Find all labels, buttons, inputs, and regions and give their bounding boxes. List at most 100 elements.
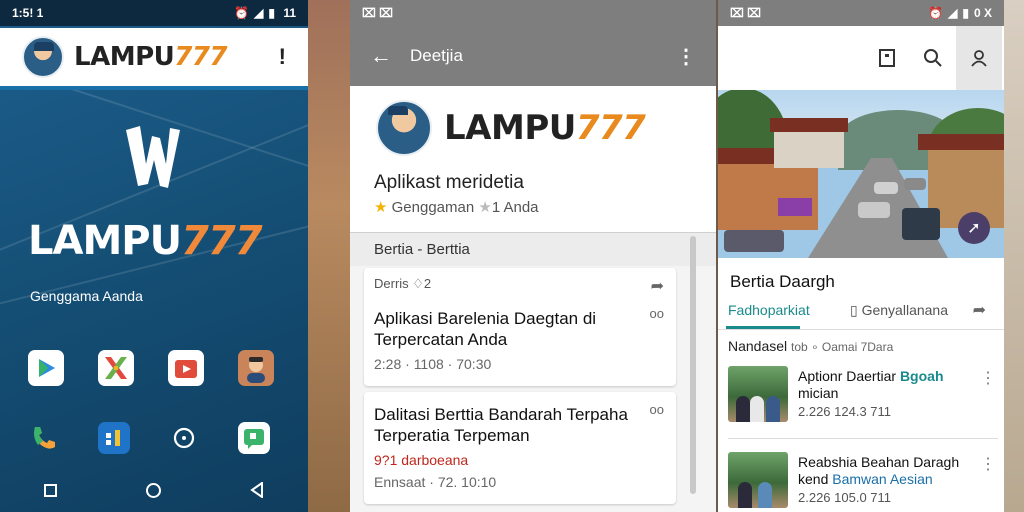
- lampu-logo: LAMPU777: [444, 108, 646, 148]
- house-back: [774, 130, 844, 168]
- message-icon[interactable]: [238, 422, 270, 454]
- alarm-icon: ⏰: [234, 6, 250, 20]
- phone-icon[interactable]: [28, 422, 60, 454]
- chat-icon[interactable]: [168, 422, 200, 454]
- card-title-line: Aplikasi Barelenia Daegtan di: [374, 309, 597, 328]
- home-button[interactable]: [145, 482, 161, 498]
- card-more[interactable]: oo: [650, 402, 664, 417]
- app-header: LAMPU777 Aplikast meridetia ★ Genggaman …: [350, 86, 716, 232]
- back-button-icon[interactable]: [249, 482, 264, 498]
- background-blur-right: [1004, 0, 1024, 512]
- play-store-icon[interactable]: [28, 350, 64, 386]
- card-title-line: Dalitasi Berttia Bandarah Terpaha: [374, 405, 628, 424]
- car: [724, 230, 784, 252]
- news-card[interactable]: Derris ♢2 ➦ Aplikasi Barelenia Daegtan d…: [364, 268, 676, 386]
- car: [904, 178, 926, 190]
- bookmark-icon[interactable]: [864, 26, 910, 90]
- logo-number: 777: [575, 108, 646, 148]
- item-title: Aptionr Daertiar Bgoah mician: [798, 368, 978, 402]
- news-card[interactable]: Dalitasi Berttia Bandarah Terpaha Terper…: [364, 392, 676, 504]
- item-title-text: Aptionr Daertiar: [798, 368, 897, 384]
- more-options-icon[interactable]: ⋮: [980, 454, 996, 474]
- tab-secondary[interactable]: ▯ Genyallanana: [850, 302, 948, 319]
- person: [738, 482, 752, 508]
- section-title: Nandasel: [728, 338, 788, 354]
- phone-home-screen: 1:5! 1 ⏰ ◢ ▮ 11 LAMPU777 ! LAMPU777 Gengga…: [0, 0, 308, 512]
- big-lampu-logo: LAMPU777: [28, 218, 263, 264]
- scrollbar[interactable]: [690, 236, 696, 494]
- item-date: 2.226 105.0 711: [798, 490, 892, 505]
- item-title: Reabshia Beahan Daragh kend Bamwan Aesia…: [798, 454, 978, 488]
- status-time: 1:5! 1: [12, 6, 44, 20]
- search-icon[interactable]: [910, 26, 956, 90]
- play-box-icon[interactable]: [168, 350, 204, 386]
- item-title-highlight: Bgoah: [899, 368, 944, 384]
- item-thumbnail: [728, 366, 788, 422]
- phone-app-detail: ⌧ ⌧ ← Deetjia ⋮ LAMPU777 Aplikast meride…: [350, 0, 716, 512]
- section-heading: Bertia - Berttia: [350, 232, 716, 266]
- big-logo-text: LAMPU: [28, 218, 182, 264]
- rating-label: Genggaman: [391, 199, 475, 216]
- app-icon-row: [28, 350, 274, 386]
- share-icon[interactable]: ➦: [651, 276, 664, 296]
- logo-text: LAMPU: [74, 42, 175, 72]
- car: [874, 182, 898, 194]
- logo-number: 777: [174, 42, 228, 72]
- profile-photo-icon[interactable]: [238, 350, 274, 386]
- star-outline-icon: ★: [478, 199, 492, 216]
- profile-icon[interactable]: [956, 26, 1002, 90]
- more-options-icon[interactable]: ⋮: [676, 44, 696, 69]
- card-date: Ennsaat · 72. 10:10: [374, 474, 497, 490]
- item-title-text: kend: [798, 471, 829, 487]
- crossword-icon[interactable]: [98, 350, 134, 386]
- alert-icon[interactable]: !: [279, 44, 286, 70]
- share-icon[interactable]: ➦: [973, 300, 986, 320]
- card-title: Dalitasi Berttia Bandarah Terpaha Terper…: [374, 404, 628, 446]
- share-arrow-button[interactable]: ➚: [958, 212, 990, 244]
- battery-icon: ▮: [962, 6, 969, 20]
- system-nav-bar: [0, 468, 308, 512]
- car: [858, 202, 890, 218]
- person: [750, 396, 764, 422]
- roof: [918, 134, 1004, 150]
- roof: [770, 118, 848, 132]
- logo-text: LAMPU: [444, 108, 576, 148]
- status-right: 0 X: [973, 6, 992, 20]
- section-heading: Nandasel tob ∘ Oamai 7Dara: [728, 338, 893, 354]
- signal-icon: ◢: [948, 6, 958, 20]
- divider: [728, 438, 998, 439]
- recents-button[interactable]: [44, 483, 58, 497]
- alarm-icon: ⏰: [928, 6, 944, 20]
- car: [902, 208, 940, 240]
- battery-icon: ▮: [268, 6, 275, 20]
- avatar[interactable]: [376, 100, 432, 156]
- rating-count: 1 Anda: [491, 199, 539, 216]
- avatar[interactable]: [22, 36, 64, 78]
- banner: [778, 198, 812, 216]
- lampu-logo: LAMPU777: [74, 42, 228, 72]
- person: [758, 482, 772, 508]
- more-options-icon[interactable]: ⋮: [980, 368, 996, 388]
- story-title: Bertia Daargh: [730, 272, 835, 291]
- status-bar: ⌧ ⌧ ⏰ ◢ ▮ 0 X: [718, 0, 1004, 26]
- item-thumbnail: [728, 452, 788, 508]
- app-name: Aplikast meridetia: [374, 172, 524, 193]
- app-header: LAMPU777 !: [0, 28, 308, 90]
- list-item[interactable]: Aptionr Daertiar Bgoah mician 2.226 124.…: [728, 366, 1000, 428]
- tagline: Genggama Aanda: [30, 288, 143, 304]
- list-item[interactable]: Reabshia Beahan Daragh kend Bamwan Aesia…: [728, 452, 1000, 512]
- tab-bar: Fadhoparkiat ▯ Genyallanana ➦: [718, 298, 1004, 330]
- active-tab-indicator: [726, 326, 800, 329]
- app-bar-title: Deetjia: [410, 46, 463, 65]
- section-subtitle: tob ∘ Oamai 7Dara: [791, 340, 894, 354]
- card-tag: 9?1 darboeana: [374, 452, 469, 468]
- card-title: Aplikasi Barelenia Daegtan di Terpercata…: [374, 308, 596, 350]
- sms-icon[interactable]: [98, 422, 130, 454]
- big-logo-number: 777: [181, 218, 262, 264]
- back-arrow-icon[interactable]: ←: [370, 43, 392, 69]
- tab-primary[interactable]: Fadhoparkiat: [728, 302, 810, 318]
- house-left: [718, 160, 818, 230]
- status-left: ⌧ ⌧: [362, 6, 393, 20]
- status-bar: 1:5! 1 ⏰ ◢ ▮ 11: [0, 0, 308, 26]
- card-more[interactable]: oo: [650, 306, 664, 321]
